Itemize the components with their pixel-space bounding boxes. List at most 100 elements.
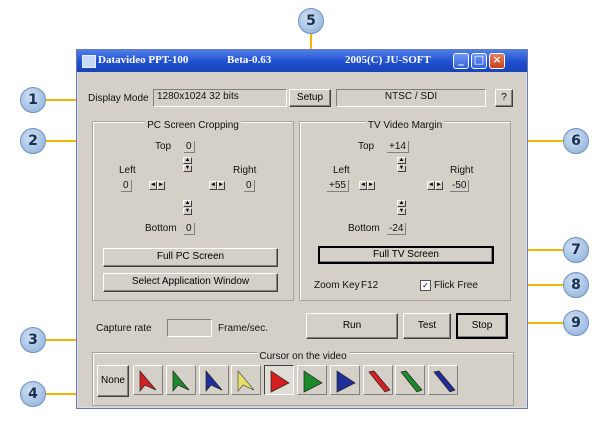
- tv-right-spinner[interactable]: ◄ ►: [427, 181, 443, 190]
- maximize-icon: □: [473, 53, 485, 66]
- setup-button[interactable]: Setup: [289, 89, 331, 107]
- display-mode-label: Display Mode: [88, 93, 149, 104]
- spin-left-icon[interactable]: ◄: [427, 181, 435, 190]
- spin-right-icon[interactable]: ►: [435, 181, 443, 190]
- cursor-option-yellow-arrow[interactable]: [231, 365, 262, 395]
- tv-bottom-label: Bottom: [348, 223, 380, 234]
- window-version: Beta-0.63: [227, 54, 272, 66]
- tv-right-value: -50: [450, 180, 470, 192]
- spin-left-icon[interactable]: ◄: [149, 181, 157, 190]
- callout-1: 1: [20, 87, 46, 113]
- callout-9: 9: [563, 310, 589, 336]
- yellow-arrow-cursor-icon: [238, 370, 255, 392]
- callout-8: 8: [563, 272, 589, 298]
- minimize-icon: _: [458, 53, 464, 66]
- blue-arrow-cursor-icon: [205, 370, 222, 392]
- pc-right-spinner[interactable]: ◄ ►: [209, 181, 225, 190]
- minimize-button[interactable]: _: [453, 53, 469, 69]
- spin-down-icon[interactable]: ▼: [183, 165, 192, 172]
- spin-down-icon[interactable]: ▼: [183, 208, 192, 215]
- callout-7: 7: [563, 237, 589, 263]
- spin-up-icon[interactable]: ▲: [183, 157, 192, 164]
- spin-left-icon[interactable]: ◄: [209, 181, 217, 190]
- cursor-option-blue-arrow[interactable]: [198, 365, 229, 395]
- callout-2: 2: [20, 128, 46, 154]
- spin-down-icon[interactable]: ▼: [397, 208, 406, 215]
- zoom-key-label: Zoom Key: [314, 280, 360, 291]
- close-button[interactable]: ×: [489, 53, 505, 69]
- pc-right-value: 0: [244, 180, 255, 192]
- maximize-button[interactable]: □: [471, 53, 487, 69]
- full-tv-screen-button[interactable]: Full TV Screen: [318, 246, 494, 264]
- pc-cropping-title: PC Screen Cropping: [145, 120, 241, 131]
- cursor-option-blue-wedge[interactable]: [428, 365, 459, 395]
- tv-left-spinner[interactable]: ◄ ►: [359, 181, 375, 190]
- tv-margin-title: TV Video Margin: [365, 120, 445, 131]
- red-triangle-cursor-icon: [270, 370, 290, 393]
- red-arrow-cursor-icon: [139, 370, 157, 392]
- checkmark-icon: ✓: [422, 281, 429, 290]
- pc-bottom-spinner[interactable]: ▲ ▼: [183, 200, 192, 215]
- cursor-option-green-triangle[interactable]: [297, 365, 327, 395]
- blue-wedge-cursor-icon: [433, 370, 456, 393]
- flick-free-checkbox[interactable]: ✓: [420, 280, 431, 291]
- spin-up-icon[interactable]: ▲: [397, 157, 406, 164]
- cursor-group-title: Cursor on the video: [257, 351, 349, 362]
- spin-right-icon[interactable]: ►: [157, 181, 165, 190]
- pc-left-value: 0: [121, 180, 132, 192]
- cursor-option-blue-triangle[interactable]: [329, 365, 360, 395]
- pc-left-spinner[interactable]: ◄ ►: [149, 181, 165, 190]
- spin-right-icon[interactable]: ►: [367, 181, 375, 190]
- help-button[interactable]: ?: [495, 89, 513, 107]
- pc-right-label: Right: [233, 165, 257, 176]
- pc-left-label: Left: [119, 165, 136, 176]
- flick-free-label: Flick Free: [434, 280, 478, 291]
- spin-up-icon[interactable]: ▲: [183, 200, 192, 207]
- full-pc-screen-button[interactable]: Full PC Screen: [103, 248, 278, 267]
- spin-right-icon[interactable]: ►: [217, 181, 225, 190]
- zoom-key-value: F12: [361, 280, 379, 291]
- tv-top-spinner[interactable]: ▲ ▼: [397, 157, 406, 172]
- tv-right-label: Right: [450, 165, 474, 176]
- cursor-none-button[interactable]: None: [97, 365, 129, 397]
- output-mode-value: NTSC / SDI: [336, 89, 486, 107]
- window-title: Datavideo PPT-100: [98, 54, 189, 66]
- spin-down-icon[interactable]: ▼: [397, 165, 406, 172]
- tv-left-value: +55: [327, 180, 349, 192]
- capture-rate-unit: Frame/sec.: [218, 323, 269, 334]
- callout-4: 4: [20, 381, 46, 407]
- callout-3: 3: [20, 327, 46, 353]
- tv-bottom-spinner[interactable]: ▲ ▼: [397, 200, 406, 215]
- callout-5: 5: [298, 8, 324, 34]
- spin-up-icon[interactable]: ▲: [397, 200, 406, 207]
- capture-rate-label: Capture rate: [96, 323, 152, 334]
- blue-triangle-cursor-icon: [336, 370, 356, 393]
- spin-left-icon[interactable]: ◄: [359, 181, 367, 190]
- capture-rate-value: [167, 319, 212, 337]
- tv-top-label: Top: [358, 141, 375, 152]
- red-wedge-cursor-icon: [367, 370, 391, 393]
- app-icon: [82, 55, 96, 68]
- pc-top-value: 0: [184, 141, 195, 153]
- tv-top-value: +14: [387, 141, 409, 153]
- test-button[interactable]: Test: [403, 313, 451, 339]
- cursor-option-red-arrow[interactable]: [133, 365, 163, 395]
- callout-6: 6: [563, 128, 589, 154]
- display-mode-value: 1280x1024 32 bits: [153, 89, 287, 107]
- green-triangle-cursor-icon: [303, 370, 323, 393]
- cursor-option-red-wedge[interactable]: [362, 365, 393, 395]
- cursor-option-red-triangle[interactable]: [264, 365, 295, 395]
- cursor-option-green-arrow[interactable]: [165, 365, 196, 395]
- title-bar[interactable]: Datavideo PPT-100 Beta-0.63 2005(C) JU-S…: [77, 50, 527, 72]
- green-arrow-cursor-icon: [172, 370, 190, 392]
- select-application-window-button[interactable]: Select Application Window: [103, 273, 278, 292]
- window-copyright: 2005(C) JU-SOFT: [345, 54, 431, 66]
- pc-top-spinner[interactable]: ▲ ▼: [183, 157, 192, 172]
- tv-bottom-value: -24: [387, 223, 407, 235]
- pc-bottom-value: 0: [184, 223, 195, 235]
- run-button[interactable]: Run: [306, 313, 398, 339]
- pc-bottom-label: Bottom: [145, 223, 177, 234]
- cursor-option-green-wedge[interactable]: [395, 365, 426, 395]
- tv-left-label: Left: [333, 165, 350, 176]
- stop-button[interactable]: Stop: [456, 313, 508, 339]
